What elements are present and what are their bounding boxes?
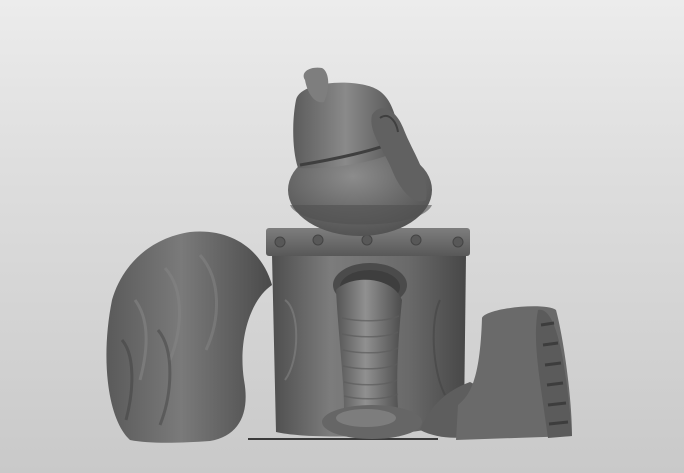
tail [106, 231, 272, 443]
3d-viewport[interactable] [0, 0, 684, 473]
model-render [106, 67, 572, 443]
floor-shadow [248, 438, 438, 440]
boot [456, 306, 572, 440]
